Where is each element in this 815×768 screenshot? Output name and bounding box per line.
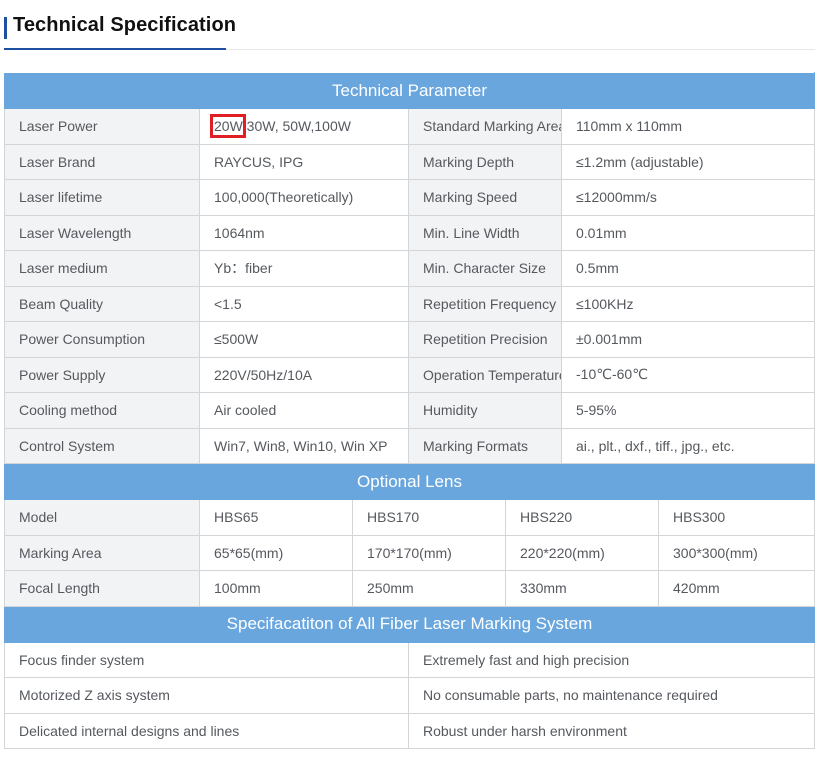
lens-label: Focal Length: [4, 570, 200, 607]
table-row: Laser Brand RAYCUS, IPG Marking Depth ≤1.2m…: [4, 143, 815, 180]
table-row: Focus finder system Extremely fast and hi…: [4, 641, 815, 678]
lens-value: 300*300(mm): [658, 534, 815, 571]
system-feature: No consumable parts, no maintenance requ…: [408, 677, 815, 714]
page-heading: Technical Specification: [0, 0, 815, 56]
parameter-value: 1064nm: [199, 214, 409, 251]
section-title: Technical Parameter: [4, 72, 815, 109]
lens-value: 330mm: [505, 570, 659, 607]
table-row: Motorized Z axis system No consumable par…: [4, 677, 815, 714]
system-spec-header: Specifacatiton of All Fiber Laser Markin…: [4, 605, 815, 643]
page-title: Technical Specification: [13, 14, 237, 36]
table-row: Delicated internal designs and lines Robu…: [4, 712, 815, 749]
lens-value: HBS65: [199, 499, 353, 536]
parameter-value: 220V/50Hz/10A: [199, 356, 409, 393]
table-row: Control System Win7, Win8, Win10, Win XP M…: [4, 427, 815, 464]
system-feature: Robust under harsh environment: [408, 712, 815, 749]
parameter-label: Repetition Precision: [408, 321, 562, 358]
parameter-value: RAYCUS, IPG: [199, 143, 409, 180]
lens-label: Model: [4, 499, 200, 536]
parameter-label: Operation Temperature: [408, 356, 562, 393]
lens-value: HBS300: [658, 499, 815, 536]
highlighted-value: 20W: [210, 114, 246, 139]
parameter-value: 5-95%: [561, 392, 815, 429]
parameter-label: Laser lifetime: [4, 179, 200, 216]
parameter-value: 0.5mm: [561, 250, 815, 287]
specification-table: Technical Parameter Laser Power 20W 30W, …: [4, 72, 815, 749]
parameter-label: Laser Wavelength: [4, 214, 200, 251]
table-row: Laser Power 20W 30W, 50W,100W Standard Mar…: [4, 108, 815, 145]
parameter-value: Yb：fiber: [199, 250, 409, 287]
parameter-value: ≤1.2mm (adjustable): [561, 143, 815, 180]
parameter-value: ≤100KHz: [561, 285, 815, 322]
lens-label: Marking Area: [4, 534, 200, 571]
parameter-label: Humidity: [408, 392, 562, 429]
lens-value: 420mm: [658, 570, 815, 607]
system-feature: Extremely fast and high precision: [408, 641, 815, 678]
parameter-label: Cooling method: [4, 392, 200, 429]
heading-underline: [4, 48, 226, 50]
system-feature: Motorized Z axis system: [4, 677, 409, 714]
lens-value: 65*65(mm): [199, 534, 353, 571]
parameter-value: 0.01mm: [561, 214, 815, 251]
lens-value: 170*170(mm): [352, 534, 506, 571]
parameter-value: <1.5: [199, 285, 409, 322]
lens-value: HBS170: [352, 499, 506, 536]
parameter-label: Control System: [4, 427, 200, 464]
parameter-value: -10℃-60℃: [561, 356, 815, 393]
parameter-value: 20W 30W, 50W,100W: [199, 108, 409, 145]
table-row: Laser lifetime 100,000(Theoretically) Mark…: [4, 179, 815, 216]
table-row: Focal Length 100mm 250mm 330mm 420mm: [4, 570, 815, 607]
technical-parameter-header: Technical Parameter: [4, 72, 815, 109]
parameter-label: Marking Speed: [408, 179, 562, 216]
parameter-label: Beam Quality: [4, 285, 200, 322]
parameter-label: Laser Brand: [4, 143, 200, 180]
section-title: Optional Lens: [4, 463, 815, 500]
parameter-label: Repetition Frequency: [408, 285, 562, 322]
parameter-label: Marking Formats: [408, 427, 562, 464]
table-row: Laser medium Yb：fiber Min. Character Size 0…: [4, 250, 815, 287]
section-title: Specifacatiton of All Fiber Laser Markin…: [4, 605, 815, 643]
parameter-label: Min. Line Width: [408, 214, 562, 251]
parameter-label: Laser medium: [4, 250, 200, 287]
parameter-label: Power Consumption: [4, 321, 200, 358]
parameter-value-rest: 30W, 50W,100W: [242, 118, 351, 135]
parameter-value: 100,000(Theoretically): [199, 179, 409, 216]
lens-value: 220*220(mm): [505, 534, 659, 571]
parameter-value: ±0.001mm: [561, 321, 815, 358]
table-row: Laser Wavelength 1064nm Min. Line Width 0.0…: [4, 214, 815, 251]
parameter-value: Air cooled: [199, 392, 409, 429]
parameter-value: 110mm x 110mm: [561, 108, 815, 145]
parameter-value: Win7, Win8, Win10, Win XP: [199, 427, 409, 464]
parameter-value: ≤500W: [199, 321, 409, 358]
parameter-label: Power Supply: [4, 356, 200, 393]
table-row: Cooling method Air cooled Humidity 5-95%: [4, 392, 815, 429]
heading-divider: [226, 49, 815, 50]
heading-accent-bar: [4, 17, 7, 39]
lens-value: HBS220: [505, 499, 659, 536]
parameter-label: Marking Depth: [408, 143, 562, 180]
parameter-value: ≤12000mm/s: [561, 179, 815, 216]
parameter-value: ai., plt., dxf., tiff., jpg., etc.: [561, 427, 815, 464]
system-feature: Focus finder system: [4, 641, 409, 678]
lens-value: 100mm: [199, 570, 353, 607]
parameter-label: Laser Power: [4, 108, 200, 145]
table-row: Power Consumption ≤500W Repetition Precisi…: [4, 321, 815, 358]
lens-value: 250mm: [352, 570, 506, 607]
optional-lens-header: Optional Lens: [4, 463, 815, 500]
table-row: Marking Area 65*65(mm) 170*170(mm) 220*220(…: [4, 534, 815, 571]
table-row: Beam Quality <1.5 Repetition Frequency ≤100…: [4, 285, 815, 322]
parameter-label: Min. Character Size: [408, 250, 562, 287]
system-feature: Delicated internal designs and lines: [4, 712, 409, 749]
table-row: Model HBS65 HBS170 HBS220 HBS300: [4, 499, 815, 536]
parameter-label: Standard Marking Area: [408, 108, 562, 145]
table-row: Power Supply 220V/50Hz/10A Operation Tempe…: [4, 356, 815, 393]
